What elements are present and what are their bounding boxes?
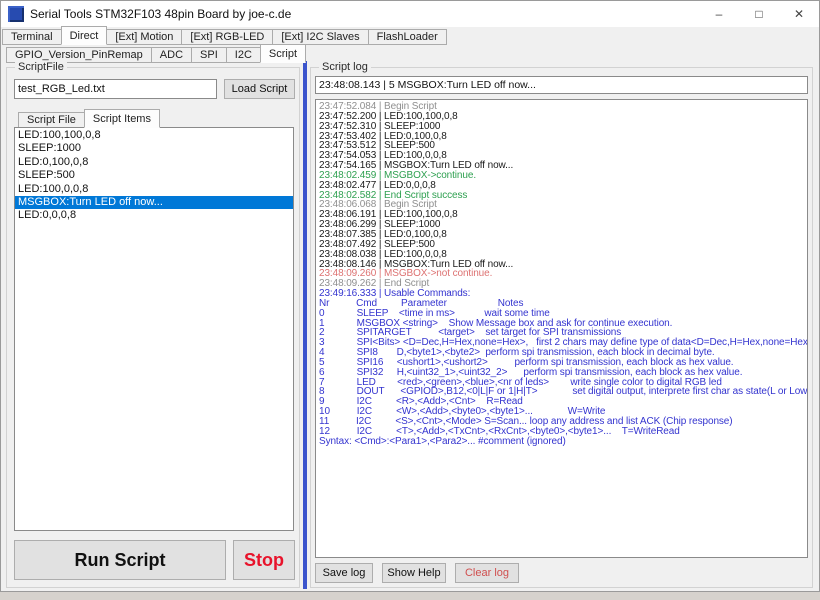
minimize-button[interactable]: – — [699, 1, 739, 27]
script-item-row[interactable]: LED:0,100,0,8 — [15, 156, 293, 169]
script-view-tab-bar: Script FileScript Items — [18, 111, 159, 128]
app-window: Serial Tools STM32F103 48pin Board by jo… — [0, 0, 820, 592]
script-item-row[interactable]: LED:100,100,0,8 — [15, 129, 293, 142]
load-script-button[interactable]: Load Script — [224, 79, 295, 99]
script-item-row[interactable]: LED:100,0,0,8 — [15, 183, 293, 196]
show-help-button[interactable]: Show Help — [382, 563, 446, 583]
app-icon — [8, 6, 24, 22]
panel-splitter[interactable] — [303, 61, 307, 589]
script-item-row[interactable]: MSGBOX:Turn LED off now... — [15, 196, 293, 209]
stop-button[interactable]: Stop — [233, 540, 295, 580]
run-script-button[interactable]: Run Script — [14, 540, 226, 580]
log-button-bar: Save log Show Help Clear log — [315, 563, 519, 583]
main-tab[interactable]: FlashLoader — [368, 29, 447, 45]
sub-tab[interactable]: I2C — [226, 47, 261, 63]
script-item-row[interactable]: LED:0,0,0,8 — [15, 209, 293, 222]
log-line: Syntax: <Cmd>:<Para1>,<Para2>... #commen… — [319, 437, 807, 447]
clear-log-button[interactable]: Clear log — [455, 563, 519, 583]
script-item-row[interactable]: SLEEP:1000 — [15, 142, 293, 155]
script-log-group: Script log 23:47:52.084 | Begin Script23… — [310, 67, 813, 588]
script-view-tab[interactable]: Script File — [18, 112, 85, 128]
sub-tab[interactable]: ADC — [151, 47, 192, 63]
script-item-row[interactable]: SLEEP:500 — [15, 169, 293, 182]
main-tab[interactable]: [Ext] RGB-LED — [181, 29, 273, 45]
maximize-button[interactable]: □ — [739, 1, 779, 27]
main-tab[interactable]: [Ext] I2C Slaves — [272, 29, 368, 45]
close-button[interactable]: ✕ — [779, 1, 819, 27]
sub-tab[interactable]: SPI — [191, 47, 227, 63]
main-tab[interactable]: Direct — [61, 26, 108, 45]
save-log-button[interactable]: Save log — [315, 563, 373, 583]
script-log-group-label: Script log — [319, 61, 371, 73]
current-command-field[interactable] — [315, 76, 808, 94]
titlebar[interactable]: Serial Tools STM32F103 48pin Board by jo… — [1, 1, 819, 27]
scriptfile-group: ScriptFile Load Script Script FileScript… — [6, 67, 300, 588]
script-log-output[interactable]: 23:47:52.084 | Begin Script23:47:52.200 … — [315, 99, 808, 558]
window-title: Serial Tools STM32F103 48pin Board by jo… — [30, 7, 699, 21]
scriptfile-group-label: ScriptFile — [15, 61, 67, 73]
main-tab-bar: TerminalDirect[Ext] Motion[Ext] RGB-LED[… — [2, 28, 446, 45]
window-bottom-edge — [0, 592, 820, 600]
script-view-tab[interactable]: Script Items — [84, 109, 160, 128]
script-file-input[interactable] — [14, 79, 217, 99]
script-items-list[interactable]: LED:100,100,0,8SLEEP:1000LED:0,100,0,8SL… — [14, 127, 294, 531]
main-tab[interactable]: [Ext] Motion — [106, 29, 182, 45]
sub-tab[interactable]: Script — [260, 44, 306, 63]
main-tab[interactable]: Terminal — [2, 29, 62, 45]
